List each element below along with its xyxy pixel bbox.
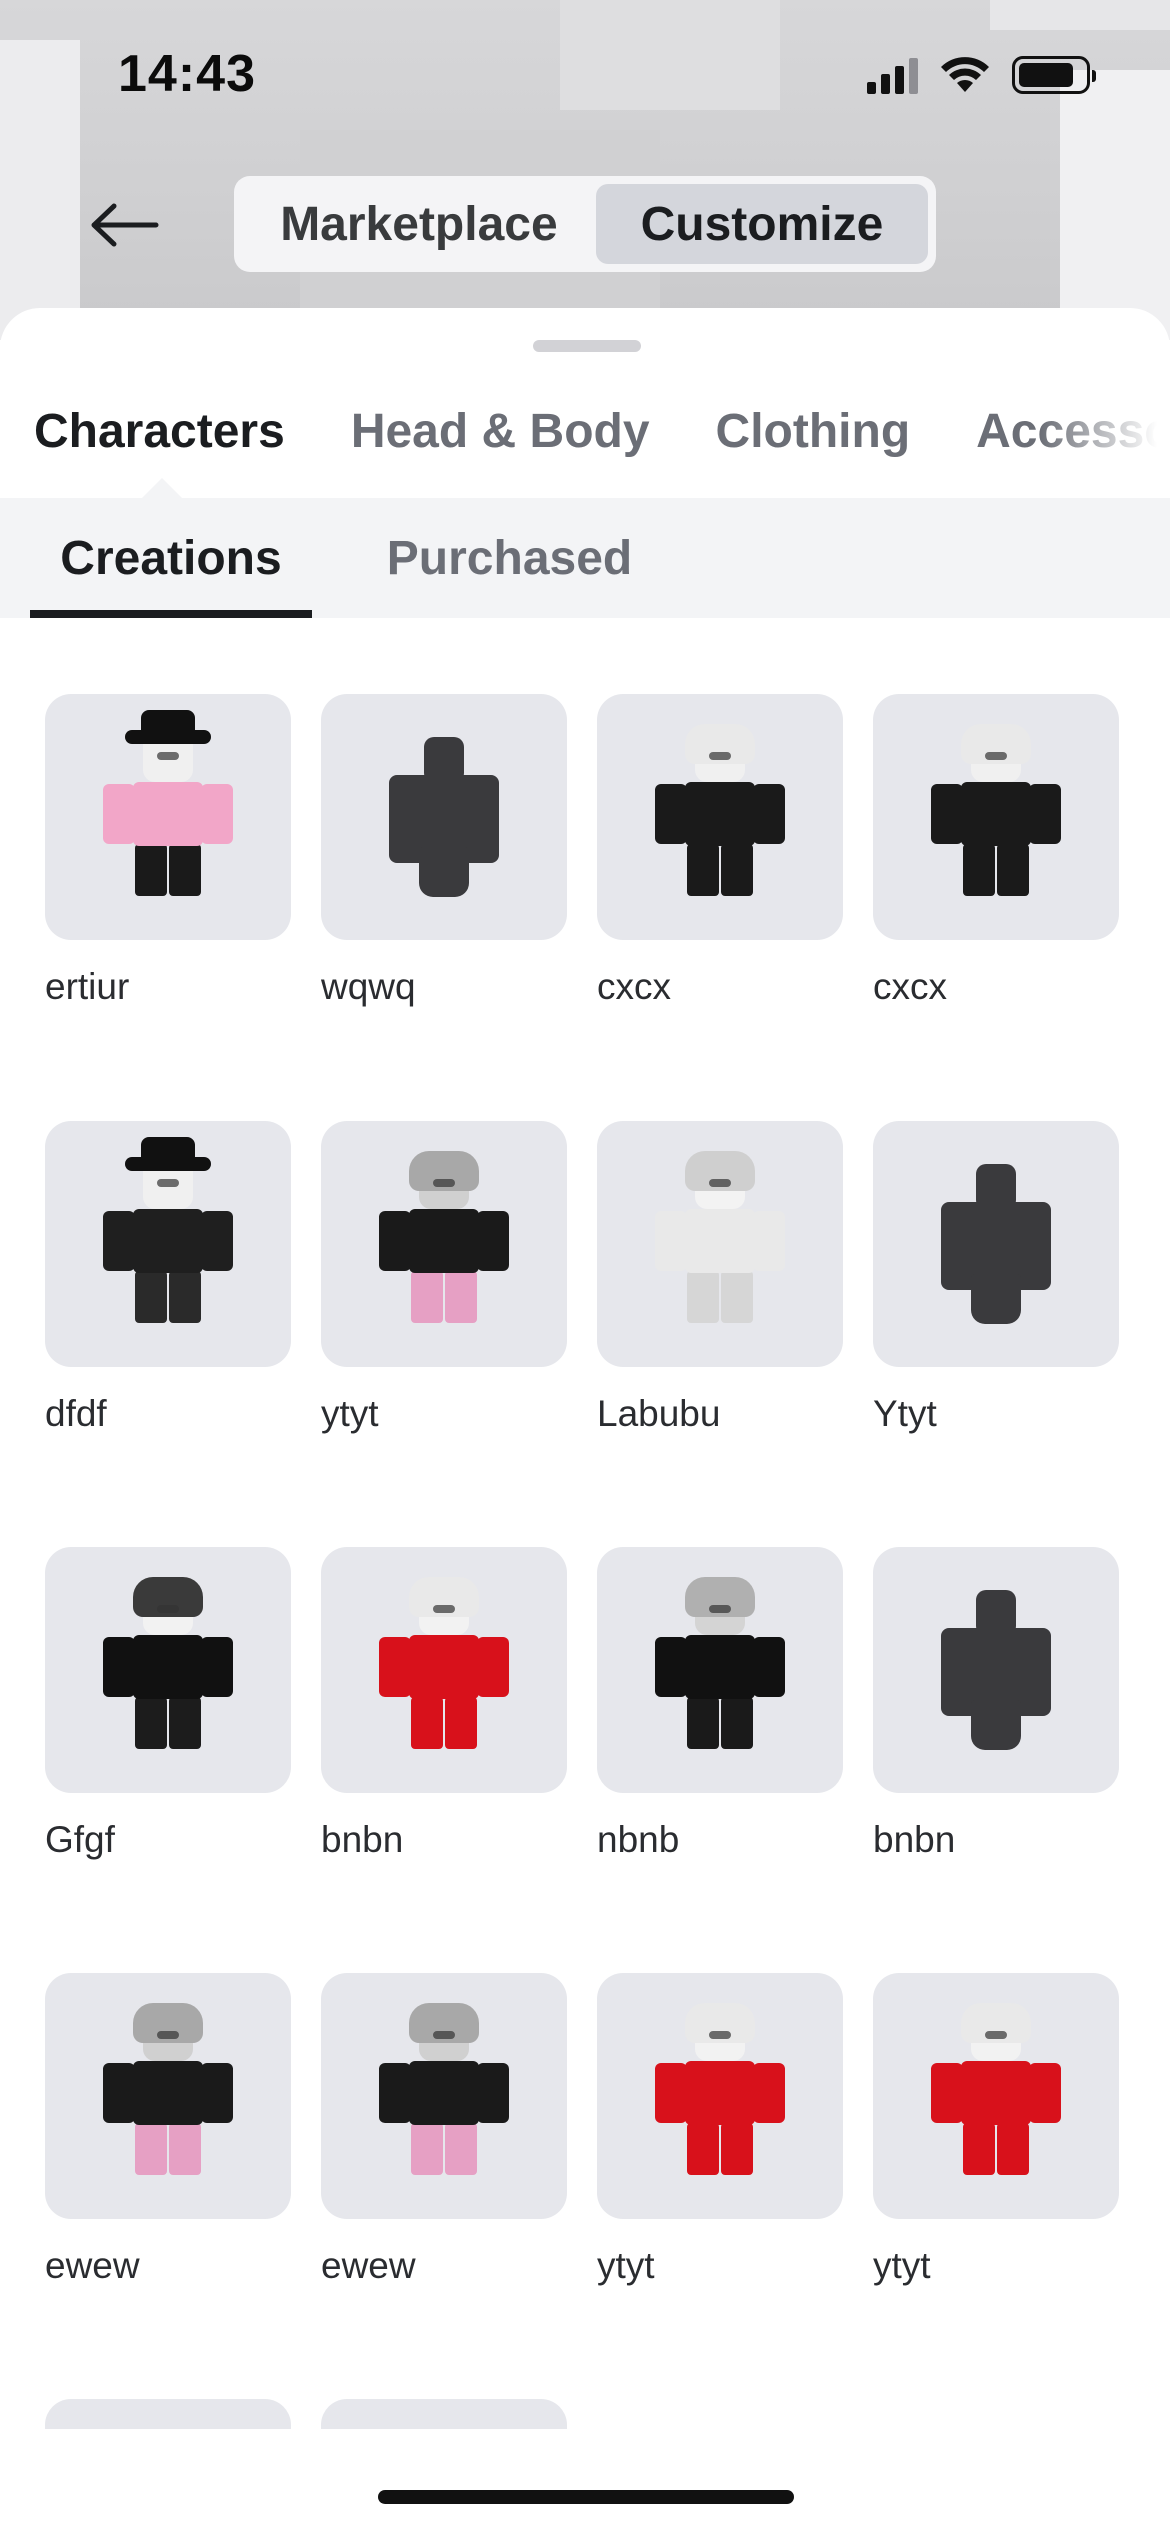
character-name: ewew [45,2245,140,2286]
character-card[interactable]: ytyt [321,1121,567,1435]
character-name: ewew [321,2245,416,2286]
character-name: ytyt [321,1393,379,1434]
character-name: ytyt [873,2245,931,2286]
character-name: Ytyt [873,1393,937,1434]
character-card[interactable]: Ytyt [873,1121,1119,1435]
character-thumbnail[interactable] [873,1973,1119,2219]
character-name: dfdf [45,1393,107,1434]
character-thumbnail[interactable] [597,1121,843,1367]
cellular-signal-icon [867,56,918,94]
character-thumbnail[interactable] [597,694,843,940]
blank-avatar-icon [389,737,499,897]
character-thumbnail[interactable] [321,1121,567,1367]
active-tab-indicator [142,478,182,498]
character-name: wqwq [321,966,416,1007]
character-card[interactable]: ytyt [873,1973,1119,2287]
avatar-figure [379,1151,509,1329]
character-card[interactable]: cxcx [597,694,843,1008]
character-thumbnail[interactable] [45,1547,291,1793]
battery-icon [1012,56,1096,94]
subtab-purchased[interactable]: Purchased [352,498,667,618]
character-thumbnail[interactable] [873,1547,1119,1793]
character-thumbnail[interactable] [873,694,1119,940]
avatar-figure [379,1577,509,1755]
character-name: Labubu [597,1393,721,1434]
tab-clothing[interactable]: Clothing [716,404,911,459]
character-card[interactable]: bnbn [873,1547,1119,1861]
character-card[interactable] [45,2399,291,2429]
character-card[interactable]: bnbn [321,1547,567,1861]
character-card[interactable]: ewew [321,1973,567,2287]
avatar-figure [103,2003,233,2181]
character-thumbnail[interactable] [597,1547,843,1793]
character-name: cxcx [873,966,947,1007]
wifi-icon [941,57,989,92]
avatar-figure [655,724,785,902]
sheet-grabber[interactable] [533,340,641,352]
character-thumbnail[interactable] [321,694,567,940]
marketplace-customize-toggle: Marketplace Customize [234,176,936,272]
avatar-figure [931,2003,1061,2181]
tabs-fade [1040,388,1170,478]
segment-marketplace[interactable]: Marketplace [242,184,596,264]
customize-sheet: Characters Head & Body Clothing Accessor… [0,308,1170,2532]
avatar-figure [103,1137,233,1329]
avatar-figure [655,1151,785,1329]
character-thumbnail[interactable] [45,1121,291,1367]
status-time: 14:43 [118,45,256,103]
character-card[interactable]: ewew [45,1973,291,2287]
character-card[interactable]: wqwq [321,694,567,1008]
arrow-left-icon [91,203,159,247]
character-thumbnail[interactable] [597,1973,843,2219]
subtab-creations[interactable]: Creations [30,498,312,618]
character-thumbnail[interactable] [321,1547,567,1793]
avatar-figure [103,710,233,902]
tab-head-body[interactable]: Head & Body [351,404,650,459]
character-thumbnail[interactable] [873,1121,1119,1367]
character-card[interactable]: cxcx [873,694,1119,1008]
status-icons [867,56,1096,94]
character-name: nbnb [597,1819,680,1860]
character-name: bnbn [873,1819,956,1860]
character-card[interactable]: Gfgf [45,1547,291,1861]
blank-avatar-icon [941,1590,1051,1750]
blank-avatar-icon [941,1164,1051,1324]
back-button[interactable] [80,190,170,260]
scene-block [0,40,80,340]
tab-characters[interactable]: Characters [34,404,285,459]
character-card[interactable]: ytyt [597,1973,843,2287]
scene-block [560,0,780,110]
character-thumbnail[interactable] [45,1973,291,2219]
sub-tabs: Creations Purchased [0,498,1170,618]
character-name: Gfgf [45,1819,115,1860]
character-name: ytyt [597,2245,655,2286]
avatar-figure [655,1577,785,1755]
segment-customize[interactable]: Customize [595,184,928,264]
character-thumbnail[interactable] [45,694,291,940]
scene-block [990,0,1170,30]
character-thumbnail[interactable] [321,1973,567,2219]
character-card[interactable]: Labubu [597,1121,843,1435]
character-card[interactable] [321,2399,567,2429]
character-thumbnail[interactable] [45,2399,291,2429]
character-thumbnail[interactable] [321,2399,567,2429]
character-name: ertiur [45,966,130,1007]
avatar-figure [931,724,1061,902]
avatar-figure [103,1577,233,1755]
character-card[interactable]: ertiur [45,694,291,1008]
scene-block [1060,70,1170,340]
category-tabs: Characters Head & Body Clothing Accessor [34,404,1170,459]
character-name: bnbn [321,1819,404,1860]
character-card[interactable]: dfdf [45,1121,291,1435]
character-card[interactable]: nbnb [597,1547,843,1861]
character-name: cxcx [597,966,671,1007]
avatar-figure [379,2003,509,2181]
home-indicator[interactable] [378,2490,794,2504]
avatar-figure [655,2003,785,2181]
